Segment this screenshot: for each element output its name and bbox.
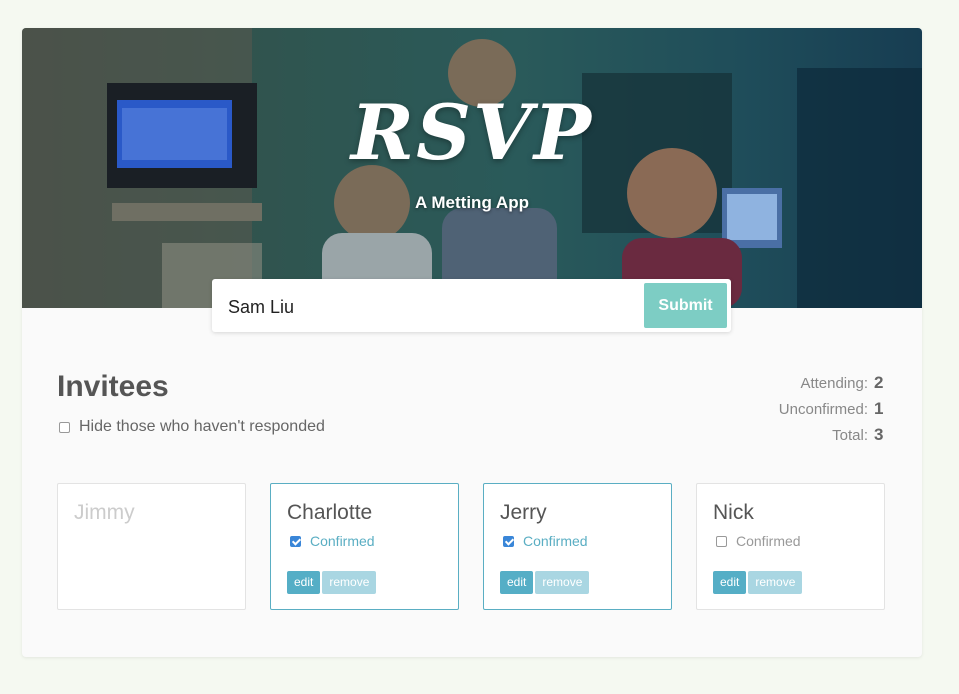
hide-unresponded-label: Hide those who haven't responded: [79, 418, 325, 435]
stat-total: Total: 3: [832, 425, 884, 444]
stat-unconfirmed: Unconfirmed: 1: [778, 399, 884, 418]
header-banner: RSVP A Metting App: [22, 28, 922, 308]
invitee-name: Jimmy: [74, 501, 135, 524]
card-actions: edit remove: [713, 571, 804, 594]
app-container: RSVP A Metting App Submit Invitees Hide …: [22, 28, 922, 657]
submit-button[interactable]: Submit: [644, 283, 727, 328]
confirmed-label: Confirmed: [736, 533, 801, 549]
invitees-heading: Invitees: [57, 370, 169, 403]
confirmed-toggle[interactable]: Confirmed: [716, 533, 801, 549]
confirmed-checkbox[interactable]: [716, 535, 727, 547]
invitee-card-jerry: Jerry Confirmed edit remove: [483, 483, 672, 610]
remove-button[interactable]: remove: [535, 571, 590, 594]
invitee-card-nick: Nick Confirmed edit remove: [696, 483, 885, 610]
confirmed-toggle[interactable]: Confirmed: [290, 533, 375, 549]
card-actions: edit remove: [287, 571, 378, 594]
invitee-name: Charlotte: [287, 501, 373, 524]
confirmed-checkbox[interactable]: [290, 535, 301, 547]
name-input[interactable]: [226, 293, 630, 321]
edit-button[interactable]: edit: [287, 571, 321, 594]
invitee-name: Jerry: [500, 501, 547, 524]
rsvp-counter: Attending: 2 Unconfirmed: 1 Total: 3: [779, 372, 886, 450]
remove-button[interactable]: remove: [748, 571, 803, 594]
card-actions: edit remove: [500, 571, 591, 594]
app-subtitle: A Metting App: [415, 193, 529, 212]
confirmed-label: Confirmed: [523, 533, 588, 549]
invitee-card-jimmy: Jimmy: [57, 483, 246, 610]
edit-button[interactable]: edit: [713, 571, 747, 594]
confirmed-checkbox[interactable]: [503, 535, 514, 547]
confirmed-label: Confirmed: [310, 533, 375, 549]
edit-button[interactable]: edit: [500, 571, 534, 594]
remove-button[interactable]: remove: [322, 571, 377, 594]
hide-unresponded-filter[interactable]: Hide those who haven't responded: [59, 418, 325, 436]
invitee-card-charlotte: Charlotte Confirmed edit remove: [270, 483, 459, 610]
invitee-name: Nick: [713, 501, 754, 524]
stat-attending: Attending: 2: [800, 373, 884, 392]
confirmed-toggle[interactable]: Confirmed: [503, 533, 588, 549]
invite-form: Submit: [212, 279, 731, 332]
app-title: RSVP: [350, 88, 594, 177]
hide-unresponded-checkbox[interactable]: [59, 421, 70, 433]
